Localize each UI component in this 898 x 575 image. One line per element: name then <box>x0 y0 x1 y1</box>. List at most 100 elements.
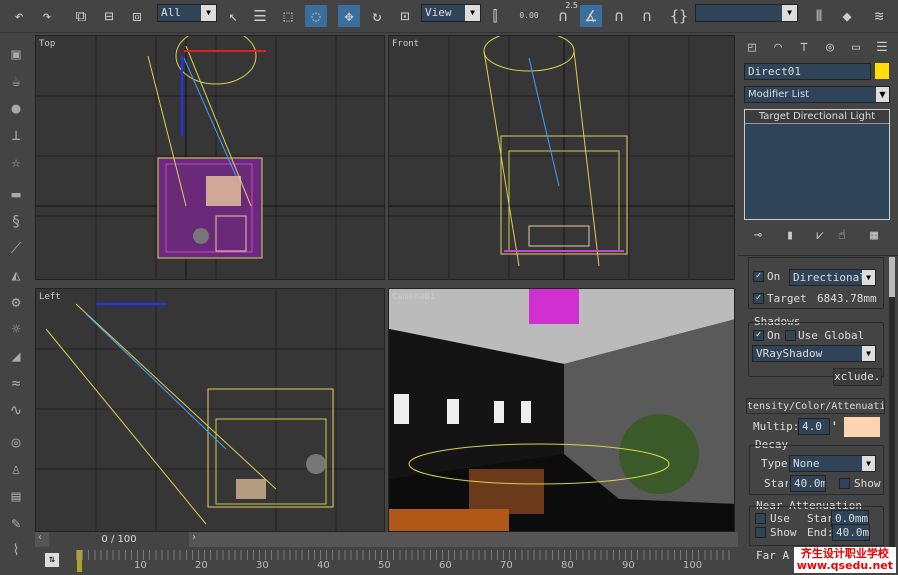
scale-icon[interactable]: ⊡ <box>394 5 416 27</box>
wind-icon[interactable]: ≈ <box>5 372 27 394</box>
frame-tick-label: 40 <box>317 560 330 571</box>
scrollbar-thumb[interactable] <box>889 257 895 297</box>
frame-tick-label: 90 <box>622 560 635 571</box>
layers-icon[interactable]: ≋ <box>868 5 890 27</box>
use-global-checkbox[interactable] <box>785 330 796 341</box>
pin-stack-icon[interactable]: ⊸ <box>746 225 770 247</box>
rotate-icon[interactable]: ↻ <box>366 5 388 27</box>
left-wireframe <box>36 289 384 531</box>
stack-item[interactable]: Target Directional Light <box>745 110 889 124</box>
mirror-icon[interactable]: ⫴ <box>808 5 830 27</box>
unlink-icon[interactable]: ⊟ <box>98 5 120 27</box>
near-show-checkbox[interactable] <box>755 527 766 538</box>
next-frame-icon[interactable]: › <box>191 532 201 547</box>
named-selection-edit-icon[interactable]: {} <box>668 5 690 27</box>
wave-icon[interactable]: ∿ <box>5 399 27 421</box>
selection-filter-dropdown[interactable]: All ▼ <box>157 4 217 22</box>
create-tab-icon[interactable]: ◰ <box>740 37 764 59</box>
motion-tab-icon[interactable]: ◎ <box>818 37 842 59</box>
spring-icon[interactable]: § <box>5 210 27 232</box>
light-color-swatch[interactable] <box>844 417 880 437</box>
rectangular-selection-icon[interactable]: ⬚ <box>277 5 299 27</box>
star-icon[interactable]: ☆ <box>5 151 27 173</box>
targeted-checkbox[interactable]: ✓ <box>753 293 764 304</box>
decay-type-dropdown[interactable]: None ▼ <box>789 455 876 472</box>
gear-icon[interactable]: ⚙ <box>5 291 27 313</box>
teapot-icon[interactable]: ☕ <box>5 70 27 92</box>
frame-tick-label: 30 <box>256 560 269 571</box>
angle-snap-icon[interactable]: ∡ <box>580 5 602 27</box>
paint-icon[interactable]: ✎ <box>5 512 27 534</box>
window-crossing-icon[interactable]: ◌ <box>305 5 327 27</box>
viewport-label: Top <box>39 39 56 49</box>
label: On <box>767 329 781 342</box>
configure-sets-icon[interactable]: ▦ <box>862 225 886 247</box>
viewport-camera[interactable]: Camera01 <box>388 288 735 532</box>
make-unique-icon[interactable]: ⩗ <box>808 225 832 247</box>
label: Star <box>764 477 788 490</box>
shadows-on-checkbox[interactable]: ✓ <box>753 330 764 341</box>
light-type-dropdown[interactable]: Directional ▼ <box>789 269 876 286</box>
viewport-top[interactable]: Top <box>35 35 385 280</box>
modifier-list-dropdown[interactable]: Modifier List ▼ <box>744 86 890 103</box>
prev-frame-icon[interactable]: ‹ <box>37 532 47 547</box>
select-icon[interactable]: ↖ <box>222 5 244 27</box>
pivot-center-icon[interactable]: ⫿ <box>484 5 506 27</box>
frame-ruler[interactable] <box>76 550 731 560</box>
show-end-result-icon[interactable]: ▮ <box>778 225 802 247</box>
object-name-field[interactable]: Direct01 <box>744 63 871 80</box>
select-by-name-icon[interactable]: ☰ <box>249 5 271 27</box>
biped-icon[interactable]: ♙ <box>5 458 27 480</box>
time-slider-thumb[interactable]: 0 / 100 <box>49 532 189 547</box>
extrude-icon[interactable]: ▬ <box>5 183 27 205</box>
undo-icon[interactable]: ↶ <box>8 5 30 27</box>
hierarchy-tab-icon[interactable]: ⊤ <box>792 37 816 59</box>
frame-tick-label: 80 <box>561 560 574 571</box>
reference-coordinate-dropdown[interactable]: View ▼ <box>421 4 481 22</box>
viewport-front[interactable]: Front <box>388 35 735 280</box>
label: Use Global <box>798 329 865 342</box>
chevron-down-icon: ▼ <box>862 270 875 285</box>
key-mode-toggle-icon[interactable]: ⇅ <box>45 553 59 567</box>
light-on-checkbox[interactable]: ✓ <box>753 271 764 282</box>
sphere-icon[interactable]: ● <box>5 97 27 119</box>
intensity-rollout-header[interactable]: tensity/Color/Attenuati <box>746 398 885 414</box>
cloth-icon[interactable]: ▤ <box>5 485 27 507</box>
bone-icon[interactable]: ⌇ <box>5 539 27 561</box>
remove-modifier-icon[interactable]: ☝ <box>830 225 854 247</box>
bind-space-warp-icon[interactable]: ⧈ <box>126 5 148 27</box>
panel-scrollbar[interactable] <box>889 257 895 567</box>
light-icon[interactable]: ☼ <box>5 318 27 340</box>
camera-icon[interactable]: ◢ <box>5 345 27 367</box>
display-tab-icon[interactable]: ▭ <box>844 37 868 59</box>
bend-icon[interactable]: ⟋ <box>5 237 27 259</box>
decay-show-checkbox[interactable] <box>839 478 850 489</box>
spinner-snap-icon[interactable]: 0.00 <box>518 5 540 27</box>
modify-tab-icon[interactable]: ◠ <box>766 37 790 59</box>
frame-tick-label: 20 <box>195 560 208 571</box>
move-icon[interactable]: ✥ <box>338 5 360 27</box>
exclude-button[interactable]: xclude.. <box>833 368 882 386</box>
link-icon[interactable]: ⧉ <box>70 5 92 27</box>
near-end-spinner[interactable]: 40.0mm <box>832 524 870 541</box>
multiplier-spinner[interactable]: 4.0 <box>798 418 830 435</box>
named-selection-dropdown[interactable]: ▼ <box>695 4 798 22</box>
taper-icon[interactable]: ◭ <box>5 264 27 286</box>
current-frame-marker[interactable] <box>77 550 82 572</box>
plane-icon[interactable]: ⊥ <box>5 124 27 146</box>
modifier-stack[interactable]: Target Directional Light <box>744 109 890 220</box>
decay-start-spinner[interactable]: 40.0m <box>790 475 826 492</box>
utilities-tab-icon[interactable]: ☰ <box>870 37 894 59</box>
object-color-swatch[interactable] <box>875 63 889 79</box>
snap-toggle-icon[interactable]: ∩ 2.5 <box>552 1 578 27</box>
viewport-left[interactable]: Left <box>35 288 385 532</box>
shadow-type-dropdown[interactable]: VRayShadow ▼ <box>752 345 876 362</box>
align-icon[interactable]: ◆ <box>836 5 858 27</box>
spinner-snap-toggle-icon[interactable]: ∩ <box>636 5 658 27</box>
percent-snap-icon[interactable]: ∩ <box>608 5 630 27</box>
near-use-checkbox[interactable] <box>755 513 766 524</box>
redo-icon[interactable]: ↷ <box>36 5 58 27</box>
box-icon[interactable]: ▣ <box>5 43 27 65</box>
spinner-arrows-icon[interactable]: ⬍ <box>832 419 837 428</box>
ring-icon[interactable]: ◎ <box>5 431 27 453</box>
